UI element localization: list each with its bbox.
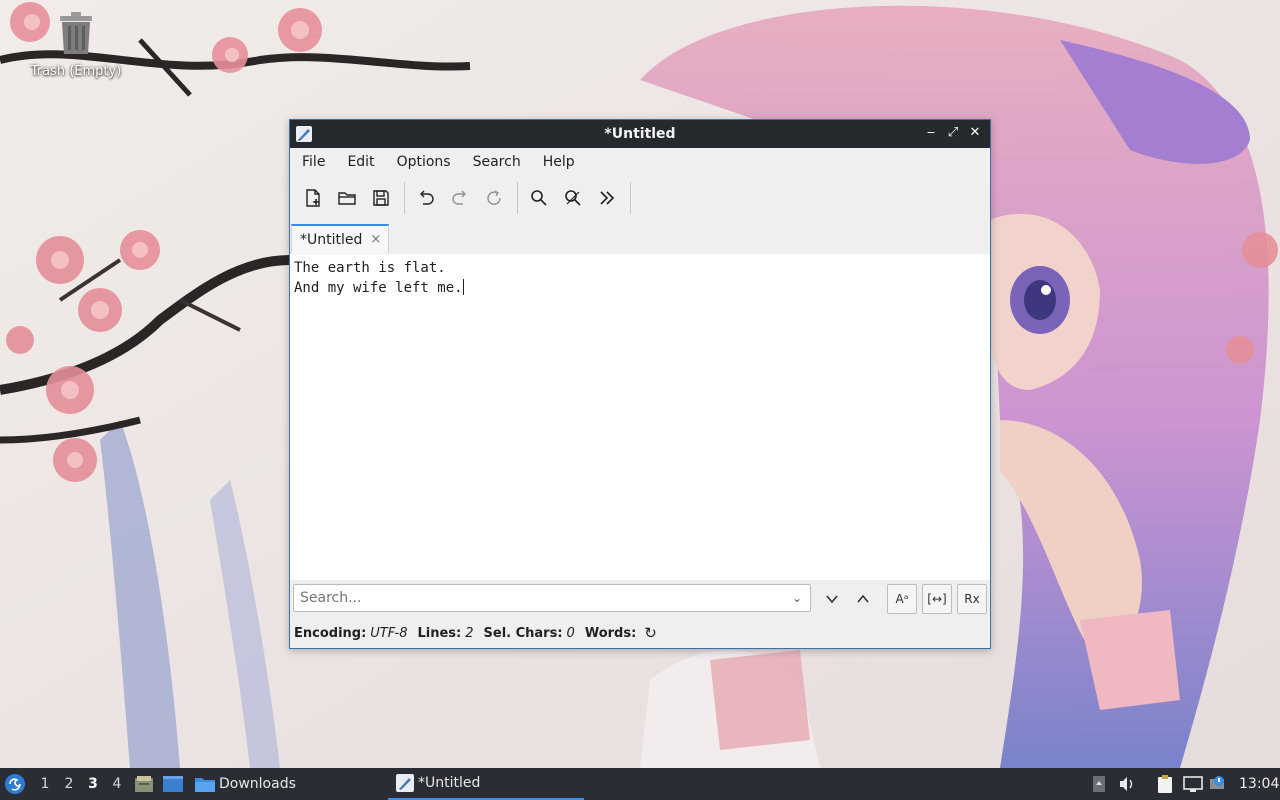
trash-desktop-icon[interactable]: Trash (Empty)	[24, 12, 128, 79]
refresh-icon[interactable]: ↻	[644, 624, 657, 642]
regex-toggle[interactable]: Rx	[957, 584, 987, 614]
start-menu-button[interactable]	[4, 768, 26, 800]
chevron-up-icon	[857, 594, 869, 603]
downloads-label: Downloads	[219, 776, 296, 792]
tray-expand-button[interactable]	[1092, 768, 1106, 800]
maximize-icon[interactable]: ⤢	[944, 124, 962, 142]
file-manager-launcher[interactable]	[134, 768, 154, 800]
workspace-3[interactable]: 3	[81, 768, 105, 800]
window-title: *Untitled	[604, 126, 676, 142]
more-button[interactable]	[592, 183, 622, 213]
words-label: Words:	[584, 625, 637, 641]
redo-button[interactable]	[445, 183, 475, 213]
text-editor-area[interactable]: The earth is flat. And my wife left me.	[290, 254, 990, 580]
desktop-icon	[163, 776, 183, 792]
undo-icon	[420, 190, 434, 205]
workspace-1[interactable]: 1	[33, 768, 57, 800]
undo-button[interactable]	[411, 183, 441, 213]
taskbar: 1 2 3 4 Downloads *Untitled 13:04	[0, 768, 1280, 800]
more-icon	[600, 191, 615, 205]
find-next-button[interactable]	[818, 585, 846, 613]
close-icon[interactable]: ✕	[966, 124, 984, 142]
search-bar: ⌄ Aᵃ [↔] Rx	[290, 581, 990, 617]
search-input[interactable]	[293, 584, 811, 612]
editor-line-with-caret: And my wife left me.	[294, 279, 464, 296]
find-replace-icon	[565, 190, 581, 206]
clipboard-icon	[1158, 775, 1172, 793]
editor-line: The earth is flat.	[294, 260, 446, 276]
find-icon	[531, 190, 547, 206]
match-case-toggle[interactable]: Aᵃ	[887, 584, 917, 614]
folder-icon	[195, 778, 215, 792]
menu-search[interactable]: Search	[465, 154, 529, 170]
toolbar-separator	[517, 182, 518, 214]
new-file-icon	[306, 189, 320, 207]
minimize-icon[interactable]: ‒	[922, 124, 940, 142]
redo-icon	[452, 190, 466, 205]
status-bar: Encoding: UTF-8 Lines: 2 Sel. Chars: 0 W…	[290, 620, 994, 646]
text-caret	[462, 279, 464, 295]
save-icon	[373, 190, 389, 206]
tab-label: *Untitled	[300, 231, 363, 248]
taskbar-downloads[interactable]: Downloads	[194, 768, 296, 800]
reload-button[interactable]	[479, 183, 509, 213]
reload-icon	[487, 190, 501, 205]
network-button[interactable]	[1182, 768, 1204, 800]
tab-untitled[interactable]: *Untitled ×	[291, 224, 389, 253]
editor-line: And my wife left me.	[294, 280, 463, 296]
trash-icon	[60, 12, 92, 54]
clipboard-button[interactable]	[1156, 768, 1174, 800]
whole-word-toggle[interactable]: [↔]	[922, 584, 952, 614]
encoding-value: UTF-8	[370, 625, 408, 641]
menu-file[interactable]: File	[294, 154, 333, 170]
text-editor-icon	[396, 774, 414, 792]
find-previous-button[interactable]	[849, 585, 877, 613]
menu-help[interactable]: Help	[535, 154, 583, 170]
network-icon	[1183, 776, 1203, 792]
encoding-label: Encoding:	[294, 625, 367, 641]
find-button[interactable]	[524, 183, 554, 213]
trash-label: Trash (Empty)	[30, 64, 122, 79]
task-label: *Untitled	[418, 775, 481, 791]
window-titlebar[interactable]: *Untitled ‒ ⤢ ✕	[290, 120, 990, 148]
volume-button[interactable]	[1118, 768, 1136, 800]
volume-icon	[1120, 777, 1133, 791]
new-file-button[interactable]	[298, 183, 328, 213]
clock[interactable]: 13:04	[1239, 768, 1279, 800]
tray-arrow-icon	[1093, 776, 1105, 792]
tab-close-icon[interactable]: ×	[370, 232, 381, 247]
find-replace-button[interactable]	[558, 183, 588, 213]
updates-button[interactable]	[1208, 768, 1228, 800]
toolbar-separator	[630, 182, 631, 214]
chevron-down-icon	[826, 595, 838, 604]
file-manager-icon	[135, 776, 153, 792]
lines-label: Lines:	[417, 625, 462, 641]
sel-chars-label: Sel. Chars:	[483, 625, 563, 641]
tab-bar: *Untitled ×	[290, 220, 990, 255]
menubar: File Edit Options Search Help	[290, 148, 990, 176]
open-button[interactable]	[332, 183, 362, 213]
open-folder-icon	[338, 192, 356, 205]
text-editor-window: *Untitled ‒ ⤢ ✕ File Edit Options Search…	[289, 119, 991, 649]
save-button[interactable]	[366, 183, 396, 213]
workspace-4[interactable]: 4	[105, 768, 129, 800]
toolbar	[290, 176, 990, 220]
lxqt-logo-icon	[5, 774, 25, 794]
menu-edit[interactable]: Edit	[339, 154, 382, 170]
toolbar-separator	[404, 182, 405, 214]
show-desktop-button[interactable]	[162, 768, 184, 800]
lines-value: 2	[465, 625, 474, 641]
workspace-2[interactable]: 2	[57, 768, 81, 800]
taskbar-task-untitled[interactable]: *Untitled	[388, 768, 584, 800]
menu-options[interactable]: Options	[389, 154, 459, 170]
sel-chars-value: 0	[566, 625, 575, 641]
notification-icon	[1210, 776, 1224, 789]
